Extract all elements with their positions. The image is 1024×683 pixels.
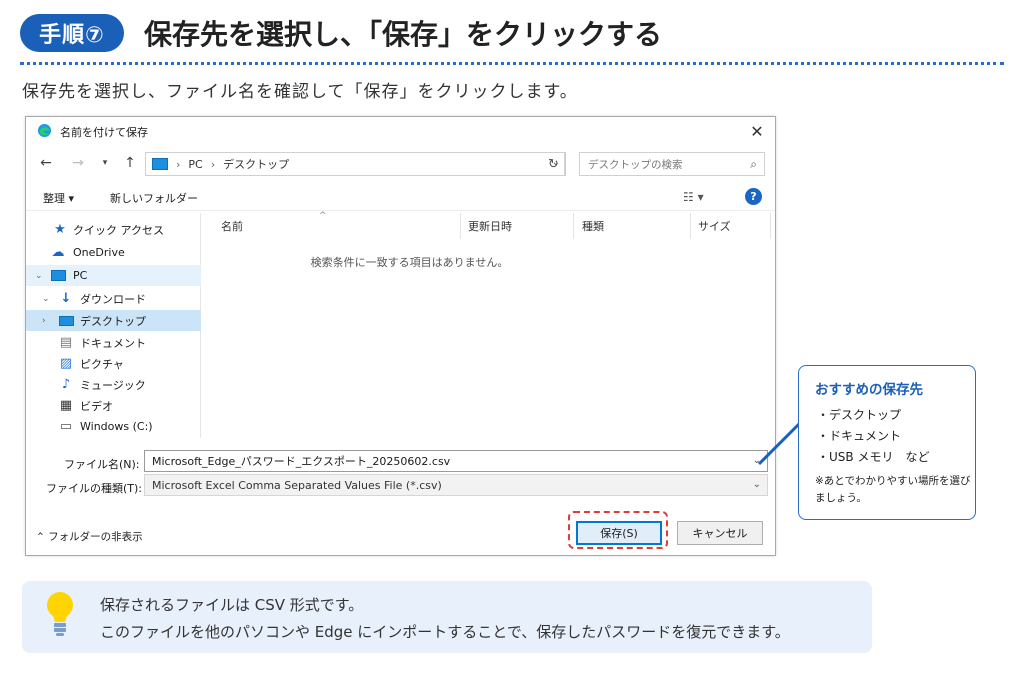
filetype-label: ファイルの種類(T):	[46, 482, 143, 495]
callout-item: ・USB メモリ など	[817, 450, 930, 464]
search-icon: ⌕	[750, 157, 757, 171]
dialog-titlebar: 名前を付けて保存 ✕	[26, 117, 775, 145]
column-header-type[interactable]: 種類	[582, 213, 604, 239]
nav-item-videos[interactable]: ▦ ビデオ	[26, 395, 201, 416]
tip-box: 保存されるファイルは CSV 形式です。 このファイルを他のパソコンや Edge…	[22, 581, 872, 653]
nav-item-music[interactable]: ♪ ミュージック	[26, 374, 201, 395]
tip-text-line-1: 保存されるファイルは CSV 形式です。	[100, 596, 364, 614]
back-icon[interactable]: ←	[36, 153, 56, 173]
chevron-down-icon[interactable]: ⌄	[35, 271, 43, 281]
drive-icon: ▭	[59, 419, 73, 434]
close-icon[interactable]: ✕	[739, 117, 775, 145]
page-subtitle: 保存先を選択し、ファイル名を確認して「保存」をクリックします。	[22, 82, 578, 102]
chevron-down-icon[interactable]: ⌄	[42, 294, 50, 304]
chevron-up-icon: ⌃	[36, 531, 45, 543]
recent-locations-icon[interactable]: ▾	[95, 153, 115, 173]
nav-item-quick-access[interactable]: ★ クイック アクセス	[26, 219, 201, 240]
column-header-size[interactable]: サイズ	[698, 213, 731, 239]
nav-item-windows-drive[interactable]: ▭ Windows (C:)	[26, 416, 201, 437]
music-icon: ♪	[61, 377, 71, 392]
page-title: 保存先を選択し、「保存」をクリックする	[144, 18, 663, 51]
video-icon: ▦	[59, 398, 73, 413]
download-icon: ↓	[60, 291, 72, 306]
picture-icon: ▨	[59, 356, 73, 371]
dialog-title: 名前を付けて保存	[60, 126, 148, 139]
hide-folders-toggle[interactable]: ⌃ フォルダーの非表示	[36, 529, 143, 544]
cloud-icon: ☁	[51, 245, 65, 260]
recommended-location-callout: おすすめの保存先 ・デスクトップ ・ドキュメント ・USB メモリ など ※あと…	[798, 365, 976, 520]
file-list: ^ 名前 更新日時 種類 サイズ 検索条件に一致する項目はありません。	[202, 211, 775, 438]
organize-button[interactable]: 整理 ▾	[43, 190, 74, 206]
filetype-value: Microsoft Excel Comma Separated Values F…	[152, 478, 442, 492]
callout-item: ・ドキュメント	[817, 429, 902, 443]
callout-note: ※あとでわかりやすい場所を選びましょう。	[815, 475, 971, 504]
nav-item-desktop[interactable]: › デスクトップ	[26, 310, 201, 331]
document-icon: ▤	[59, 335, 73, 350]
star-icon: ★	[54, 222, 66, 237]
view-options-icon[interactable]: ☷ ▾	[683, 190, 704, 204]
save-as-dialog: 名前を付けて保存 ✕ ← → ▾ ↑ › PC › デスクトップ ⌄ ↻ デスク…	[25, 116, 776, 556]
save-button-highlight	[568, 511, 668, 549]
callout-title: おすすめの保存先	[815, 382, 923, 398]
pc-icon	[50, 268, 66, 284]
lightbulb-icon	[47, 592, 73, 636]
edge-icon	[37, 123, 52, 138]
sort-arrow-icon: ^	[319, 211, 327, 221]
breadcrumb-pc[interactable]: PC	[188, 158, 202, 171]
help-icon[interactable]: ?	[745, 188, 762, 205]
filename-label: ファイル名(N):	[64, 458, 140, 471]
nav-item-onedrive[interactable]: ☁ OneDrive	[26, 242, 201, 263]
filename-value: Microsoft_Edge_パスワード_エクスポート_20250602.csv	[152, 455, 451, 468]
tip-text-line-2: このファイルを他のパソコンや Edge にインポートすることで、保存したパスワー…	[100, 623, 790, 641]
column-separator[interactable]	[770, 213, 771, 239]
column-separator[interactable]	[690, 213, 691, 239]
chevron-right-icon[interactable]: ›	[42, 316, 46, 326]
nav-item-pc[interactable]: ⌄ PC	[26, 265, 201, 286]
breadcrumb: › PC › デスクトップ	[176, 156, 290, 172]
dialog-toolbar: 整理 ▾ 新しいフォルダー ☷ ▾ ?	[26, 183, 775, 211]
cancel-button[interactable]: キャンセル	[677, 521, 763, 545]
empty-message: 検索条件に一致する項目はありません。	[310, 256, 509, 269]
column-header-name[interactable]: 名前	[221, 213, 243, 239]
desktop-icon	[58, 313, 74, 329]
pc-icon	[152, 158, 168, 170]
divider	[20, 62, 1004, 65]
column-separator[interactable]	[460, 213, 461, 239]
step-badge: 手順⑦	[20, 14, 124, 52]
column-header-date[interactable]: 更新日時	[468, 213, 512, 239]
nav-item-documents[interactable]: ▤ ドキュメント	[26, 332, 201, 353]
breadcrumb-desktop[interactable]: デスクトップ	[223, 156, 289, 172]
filetype-select[interactable]: Microsoft Excel Comma Separated Values F…	[144, 474, 768, 496]
address-bar[interactable]: › PC › デスクトップ ⌄	[145, 152, 565, 176]
column-separator[interactable]	[573, 213, 574, 239]
callout-item: ・デスクトップ	[817, 408, 902, 422]
chevron-down-icon[interactable]: ⌄	[753, 479, 761, 490]
up-icon[interactable]: ↑	[120, 153, 140, 173]
filename-field[interactable]: Microsoft_Edge_パスワード_エクスポート_20250602.csv…	[144, 450, 768, 472]
nav-item-downloads[interactable]: ⌄ ↓ ダウンロード	[26, 288, 201, 309]
forward-icon[interactable]: →	[68, 153, 88, 173]
new-folder-button[interactable]: 新しいフォルダー	[110, 190, 198, 206]
search-input[interactable]: デスクトップの検索 ⌕	[579, 152, 765, 176]
navigation-pane: ★ クイック アクセス ☁ OneDrive ⌄ PC ⌄ ↓ ダウンロード ›…	[26, 213, 201, 438]
nav-item-pictures[interactable]: ▨ ピクチャ	[26, 353, 201, 374]
refresh-icon[interactable]: ↻	[542, 152, 566, 176]
navigation-bar: ← → ▾ ↑ › PC › デスクトップ ⌄ ↻ デスクトップの検索 ⌕	[26, 149, 775, 177]
